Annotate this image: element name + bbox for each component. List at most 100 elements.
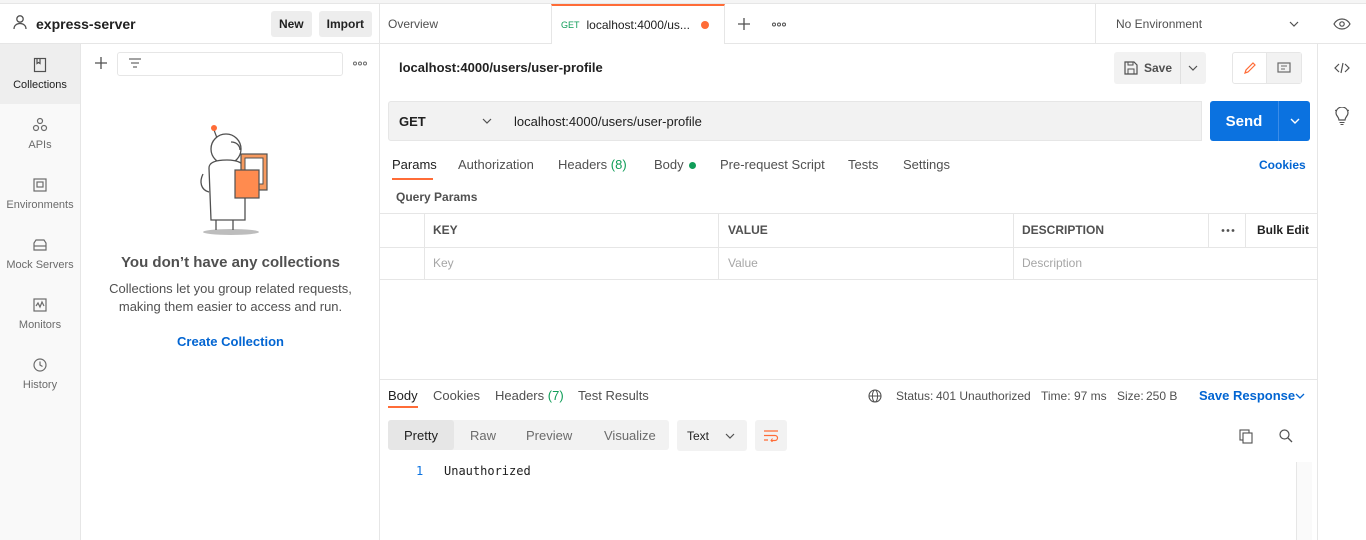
column-divider — [1245, 214, 1246, 247]
key-header: KEY — [433, 223, 458, 237]
workspace-name[interactable]: express-server — [36, 16, 271, 32]
globe-icon[interactable] — [868, 389, 882, 403]
column-divider — [718, 214, 719, 280]
new-button[interactable]: New — [270, 10, 312, 37]
tab-headers[interactable]: Headers (8) — [558, 157, 627, 172]
view-pretty[interactable]: Pretty — [404, 428, 438, 443]
sidebar-item-label: Environments — [6, 199, 74, 211]
view-visualize[interactable]: Visualize — [604, 428, 656, 443]
tab-tests[interactable]: Tests — [848, 157, 878, 172]
environment-select[interactable]: No Environment — [1095, 4, 1315, 44]
format-value: Text — [687, 428, 710, 443]
more-icon[interactable] — [353, 61, 367, 66]
response-tab-body[interactable]: Body — [388, 388, 418, 403]
tab-body[interactable]: Body — [654, 157, 697, 172]
sidebar-item-environments[interactable]: Environments — [0, 164, 80, 224]
empty-state-illustration — [200, 125, 268, 235]
format-select[interactable]: Text — [677, 420, 747, 451]
unsaved-dot-icon — [700, 21, 709, 29]
tab-request[interactable]: GET localhost:4000/us... — [551, 4, 725, 44]
key-input[interactable]: Key — [433, 256, 454, 270]
status-label: Status: — [896, 389, 934, 403]
tab-count: (8) — [610, 157, 627, 172]
chevron-down-icon[interactable] — [1295, 393, 1305, 399]
column-divider — [424, 214, 425, 280]
request-name[interactable]: localhost:4000/users/user-profile — [399, 60, 603, 75]
environments-icon — [33, 178, 47, 192]
tab-overview[interactable]: Overview — [388, 4, 438, 44]
tab-label: localhost:4000/us... — [586, 18, 690, 32]
send-dropdown[interactable] — [1278, 101, 1310, 141]
comment-icon — [1277, 62, 1291, 73]
table-more-icon[interactable] — [1221, 228, 1235, 233]
response-tab-test-results[interactable]: Test Results — [578, 388, 649, 403]
copy-icon[interactable] — [1239, 429, 1253, 444]
wrap-lines-button[interactable] — [755, 420, 787, 451]
sidebar-item-mock-servers[interactable]: Mock Servers — [0, 224, 80, 284]
response-tab-cookies[interactable]: Cookies — [433, 388, 480, 403]
filter-input[interactable] — [117, 52, 343, 76]
active-tab-indicator — [388, 406, 418, 408]
cookies-link[interactable]: Cookies — [1259, 158, 1306, 172]
lightbulb-icon[interactable] — [1335, 107, 1349, 125]
plus-icon[interactable] — [94, 56, 108, 70]
url-input[interactable]: localhost:4000/users/user-profile — [502, 101, 1202, 141]
edit-mode-button[interactable] — [1233, 53, 1267, 83]
import-button[interactable]: Import — [318, 10, 372, 37]
response-tab-headers[interactable]: Headers (7) — [495, 388, 564, 403]
new-tab-icon[interactable] — [737, 17, 751, 31]
code-icon[interactable] — [1334, 62, 1350, 74]
view-raw[interactable]: Raw — [470, 428, 496, 443]
search-icon[interactable] — [1279, 429, 1293, 443]
sidebar-rail: Collections APIs Environments Mock Serve… — [0, 44, 81, 540]
tab-params[interactable]: Params — [392, 157, 437, 172]
filter-icon — [129, 58, 141, 68]
bulk-edit-button[interactable]: Bulk Edit — [1257, 223, 1309, 237]
description-input[interactable]: Description — [1022, 256, 1082, 270]
empty-state-title: You don’t have any collections — [121, 254, 340, 271]
monitors-icon — [33, 298, 47, 312]
user-icon[interactable] — [12, 14, 28, 33]
tabs-more-icon[interactable] — [772, 22, 786, 27]
description-header: DESCRIPTION — [1022, 223, 1105, 237]
tab-bar: Overview GET localhost:4000/us... No Env… — [380, 4, 1366, 44]
value-header: VALUE — [728, 223, 768, 237]
tab-label: Headers — [558, 157, 608, 172]
empty-state-description: Collections let you group related reques… — [109, 281, 352, 296]
value-input[interactable]: Value — [728, 256, 758, 270]
comments-button[interactable] — [1267, 53, 1301, 83]
response-divider — [380, 379, 1317, 380]
sidebar-item-monitors[interactable]: Monitors — [0, 284, 80, 344]
tab-pre-request-script[interactable]: Pre-request Script — [720, 157, 825, 172]
tab-label: Headers — [495, 388, 545, 403]
response-scrollbar[interactable] — [1296, 462, 1312, 540]
params-table: KEY VALUE DESCRIPTION Bulk Edit Key Valu… — [380, 213, 1317, 280]
sidebar-item-history[interactable]: History — [0, 344, 80, 404]
body-indicator-dot — [689, 162, 697, 169]
send-button[interactable]: Send — [1210, 101, 1310, 141]
time-value[interactable]: 97 ms — [1074, 389, 1107, 403]
status-value[interactable]: 401 Unauthorized — [936, 389, 1031, 403]
save-button[interactable]: Save — [1114, 52, 1206, 84]
size-value[interactable]: 250 B — [1146, 389, 1177, 403]
response-body-text[interactable]: Unauthorized — [444, 464, 531, 478]
save-icon — [1124, 61, 1138, 75]
table-divider — [380, 247, 1317, 248]
sidebar-item-label: Collections — [13, 79, 67, 91]
create-collection-link[interactable]: Create Collection — [81, 334, 380, 349]
method-select[interactable]: GET — [388, 101, 503, 141]
workspace-header: express-server New Import — [0, 4, 380, 44]
collections-icon — [33, 57, 47, 73]
view-preview[interactable]: Preview — [526, 428, 572, 443]
tab-settings[interactable]: Settings — [903, 157, 950, 172]
save-dropdown[interactable] — [1180, 52, 1204, 84]
tab-authorization[interactable]: Authorization — [458, 157, 534, 172]
tab-method: GET — [561, 20, 580, 30]
save-response-button[interactable]: Save Response — [1199, 388, 1295, 403]
tab-label: Overview — [388, 17, 439, 31]
sidebar-item-label: APIs — [28, 139, 52, 151]
sidebar-item-apis[interactable]: APIs — [0, 104, 80, 164]
eye-icon[interactable] — [1333, 18, 1351, 30]
sidebar-item-collections[interactable]: Collections — [0, 44, 80, 104]
send-label: Send — [1225, 112, 1263, 130]
